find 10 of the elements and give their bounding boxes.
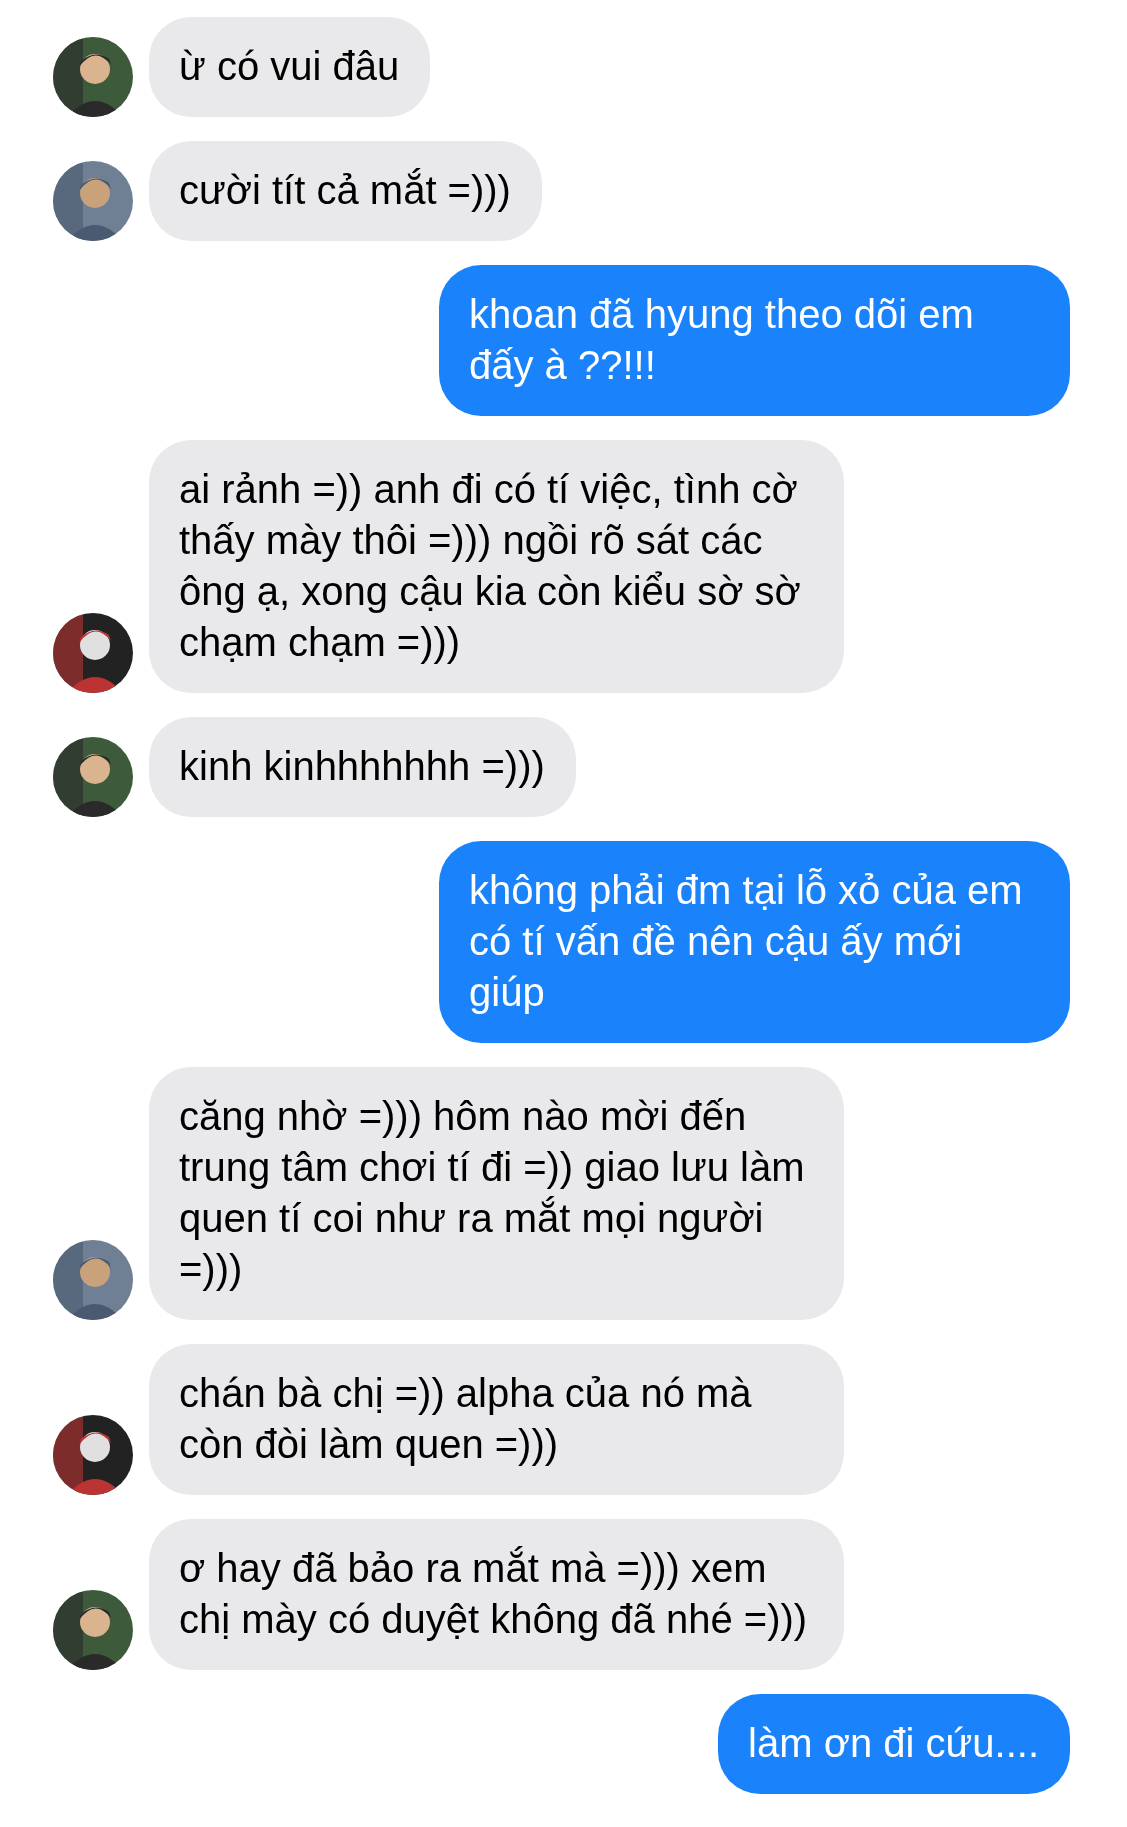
received-message: chán bà chị =)) alpha của nó mà còn đòi làm quen =))) (149, 1344, 844, 1495)
received-message: ừ có vui đâu (149, 17, 431, 117)
received-message: căng nhờ =))) hôm nào mời đến trung tâm chơi tí đi =)) giao lưu làm quen tí coi như ra mắt mọi người =))) (149, 1067, 844, 1320)
sent-message: không phải đm tại lỗ xỏ của em có tí vấn đề nên cậu ấy mới giúp (439, 841, 1070, 1043)
sent-message: khoan đã hyung theo dõi em đấy à ??!!! (439, 265, 1070, 416)
sent-message: làm ơn đi cứu.... (718, 1694, 1070, 1794)
received-message: kinh kinhhhhhhh =))) (149, 717, 576, 817)
received-message: ai rảnh =)) anh đi có tí việc, tình cờ thấy mày thôi =))) ngồi rõ sát các ông ạ, xong cậu kia còn kiểu sờ sờ chạm chạm =))) (149, 440, 844, 693)
received-message: ơ hay đã bảo ra mắt mà =))) xem chị mày có duyệt không đã nhé =))) (149, 1519, 844, 1670)
received-message: cười tít cả mắt =))) (149, 141, 542, 241)
